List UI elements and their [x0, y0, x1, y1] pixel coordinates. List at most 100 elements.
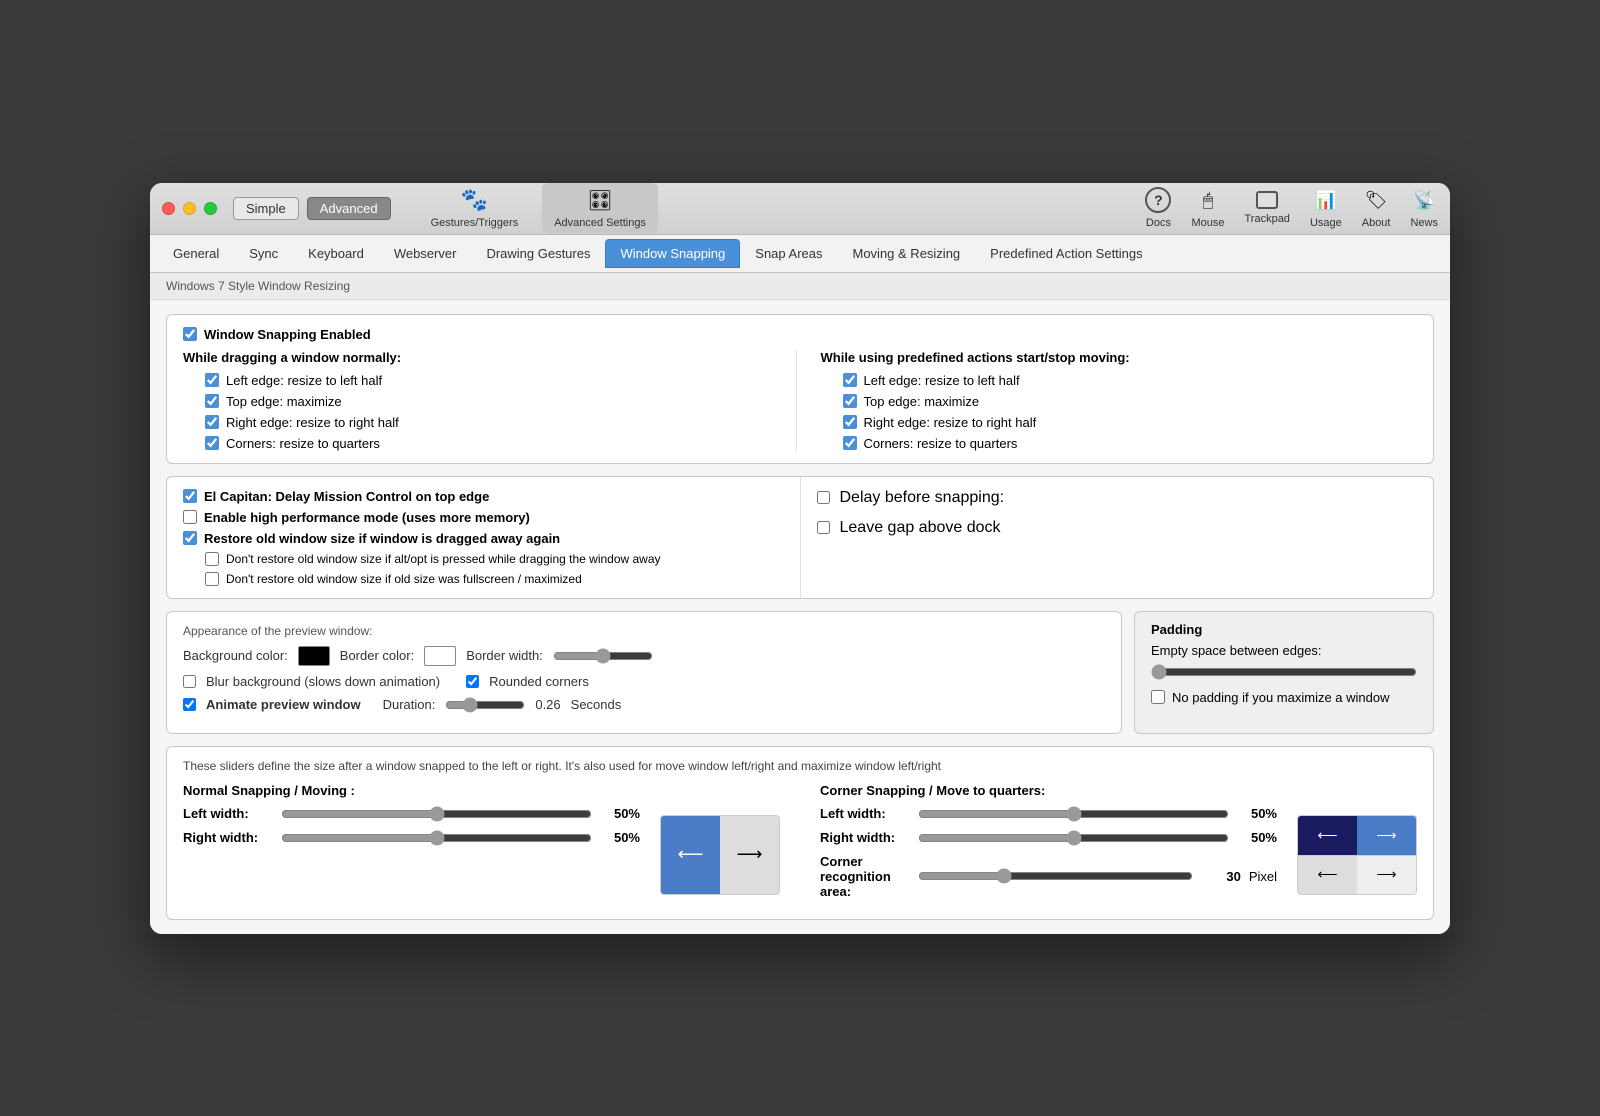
minimize-button[interactable] [183, 202, 196, 215]
corner-left-width-slider[interactable] [918, 806, 1229, 822]
drag-top-edge-row: Top edge: maximize [205, 394, 780, 409]
border-color-picker[interactable] [424, 646, 456, 666]
duration-value: 0.26 [535, 697, 560, 712]
el-capitan-checkbox[interactable] [183, 489, 197, 503]
no-restore-fullscreen-checkbox[interactable] [205, 572, 219, 586]
appearance-padding-row: Appearance of the preview window: Backgr… [166, 611, 1434, 734]
corner-right-width-label: Right width: [820, 830, 910, 845]
drag-corners-row: Corners: resize to quarters [205, 436, 780, 451]
blur-background-label: Blur background (slows down animation) [206, 674, 440, 689]
drag-corners-checkbox[interactable] [205, 436, 219, 450]
news-nav[interactable]: 📡 News [1410, 187, 1438, 229]
pred-right-edge-label: Right edge: resize to right half [864, 415, 1037, 430]
paw-icon: 🐾 [461, 187, 487, 213]
rounded-corners-checkbox[interactable] [466, 675, 479, 688]
mid-right-col: Delay before snapping: Leave gap above d… [801, 477, 1434, 598]
predefined-checkboxes: Left edge: resize to left half Top edge:… [821, 373, 1418, 451]
drag-left-edge-label: Left edge: resize to left half [226, 373, 382, 388]
border-width-slider[interactable] [553, 648, 653, 664]
usage-nav[interactable]: 📊 Usage [1310, 187, 1342, 229]
corner-area-label: Corner recognition area: [820, 854, 910, 899]
pred-top-edge-row: Top edge: maximize [843, 394, 1418, 409]
pie-chart-icon: 📊 [1313, 187, 1339, 213]
corner-area-value: 30 [1201, 869, 1241, 884]
maximize-button[interactable] [204, 202, 217, 215]
trackpad-nav[interactable]: Trackpad [1244, 191, 1289, 225]
appearance-box: Appearance of the preview window: Backgr… [166, 611, 1122, 734]
no-padding-row: No padding if you maximize a window [1151, 690, 1417, 705]
advanced-settings-label: Advanced Settings [554, 217, 646, 229]
snapping-grid: Normal Snapping / Moving : Left width: 5… [183, 783, 1417, 907]
tab-predefined-action-settings[interactable]: Predefined Action Settings [975, 239, 1158, 268]
pred-corners-label: Corners: resize to quarters [864, 436, 1018, 451]
question-icon: ? [1145, 187, 1171, 213]
pred-top-edge-checkbox[interactable] [843, 394, 857, 408]
tab-webserver[interactable]: Webserver [379, 239, 472, 268]
mid-left-col: El Capitan: Delay Mission Control on top… [167, 477, 801, 598]
advanced-settings-nav[interactable]: 🎛 Advanced Settings [542, 183, 658, 233]
tab-moving-resizing[interactable]: Moving & Resizing [838, 239, 976, 268]
nav-icons: 🐾 Gestures/Triggers 🎛 Advanced Settings [431, 183, 658, 233]
close-button[interactable] [162, 202, 175, 215]
padding-slider[interactable] [1151, 664, 1417, 680]
corner-left-width-label: Left width: [820, 806, 910, 821]
restore-size-label: Restore old window size if window is dra… [204, 531, 560, 546]
tab-general[interactable]: General [158, 239, 234, 268]
about-nav[interactable]: 🏷 About [1362, 187, 1391, 229]
padding-subtitle: Empty space between edges: [1151, 643, 1417, 658]
normal-left-width-slider[interactable] [281, 806, 592, 822]
mouse-nav[interactable]: 🖱 Mouse [1191, 187, 1224, 229]
high-perf-row: Enable high performance mode (uses more … [183, 510, 784, 525]
duration-slider[interactable] [445, 697, 525, 713]
options-row: Blur background (slows down animation) R… [183, 674, 1105, 689]
normal-right-width-row: Right width: 50% [183, 830, 640, 846]
corner-right-width-slider[interactable] [918, 830, 1229, 846]
bg-color-picker[interactable] [298, 646, 330, 666]
docs-nav[interactable]: ? Docs [1145, 187, 1171, 229]
titlebar: Simple Advanced 🐾 Gestures/Triggers 🎛 Ad… [150, 183, 1450, 235]
high-perf-label: Enable high performance mode (uses more … [204, 510, 530, 525]
no-restore-altopt-label: Don't restore old window size if alt/opt… [226, 552, 661, 566]
window-snapping-panel: Window Snapping Enabled While dragging a… [166, 314, 1434, 464]
delay-snapping-checkbox[interactable] [817, 491, 830, 504]
window-snapping-enabled-row: Window Snapping Enabled [183, 327, 1417, 342]
drag-right-edge-checkbox[interactable] [205, 415, 219, 429]
corner-area-unit: Pixel [1249, 869, 1277, 884]
tab-sync[interactable]: Sync [234, 239, 293, 268]
news-label: News [1410, 217, 1438, 229]
advanced-mode-button[interactable]: Advanced [307, 197, 391, 220]
drag-top-edge-checkbox[interactable] [205, 394, 219, 408]
no-restore-altopt-checkbox[interactable] [205, 552, 219, 566]
pred-right-edge-checkbox[interactable] [843, 415, 857, 429]
no-padding-checkbox[interactable] [1151, 690, 1165, 704]
leave-gap-label: Leave gap above dock [840, 519, 1001, 537]
gestures-triggers-nav[interactable]: 🐾 Gestures/Triggers [431, 187, 519, 229]
normal-snapping-title: Normal Snapping / Moving : [183, 783, 640, 798]
pred-corners-checkbox[interactable] [843, 436, 857, 450]
normal-left-width-label: Left width: [183, 806, 273, 821]
corner-area-slider[interactable] [918, 868, 1193, 884]
tab-drawing-gestures[interactable]: Drawing Gestures [471, 239, 605, 268]
window-snapping-enabled-checkbox[interactable] [183, 327, 197, 341]
high-perf-checkbox[interactable] [183, 510, 197, 524]
corner-preview-inner: ⟵ ⟶ ⟵ ⟶ [1298, 816, 1416, 894]
normal-right-width-slider[interactable] [281, 830, 592, 846]
section-title: Windows 7 Style Window Resizing [150, 273, 1450, 300]
normal-left-width-row: Left width: 50% [183, 806, 640, 822]
leave-gap-checkbox[interactable] [817, 521, 830, 534]
normal-right-width-value: 50% [600, 830, 640, 845]
corner-left-width-row: Left width: 50% [820, 806, 1277, 822]
duration-unit: Seconds [571, 697, 622, 712]
border-width-label: Border width: [466, 648, 543, 663]
drag-left-edge-checkbox[interactable] [205, 373, 219, 387]
drag-corners-label: Corners: resize to quarters [226, 436, 380, 451]
simple-mode-button[interactable]: Simple [233, 197, 299, 220]
restore-size-checkbox[interactable] [183, 531, 197, 545]
pred-left-edge-checkbox[interactable] [843, 373, 857, 387]
tab-snap-areas[interactable]: Snap Areas [740, 239, 837, 268]
tab-window-snapping[interactable]: Window Snapping [605, 239, 740, 268]
animate-preview-checkbox[interactable] [183, 698, 196, 711]
blur-background-checkbox[interactable] [183, 675, 196, 688]
tabs-bar: General Sync Keyboard Webserver Drawing … [150, 235, 1450, 273]
tab-keyboard[interactable]: Keyboard [293, 239, 379, 268]
